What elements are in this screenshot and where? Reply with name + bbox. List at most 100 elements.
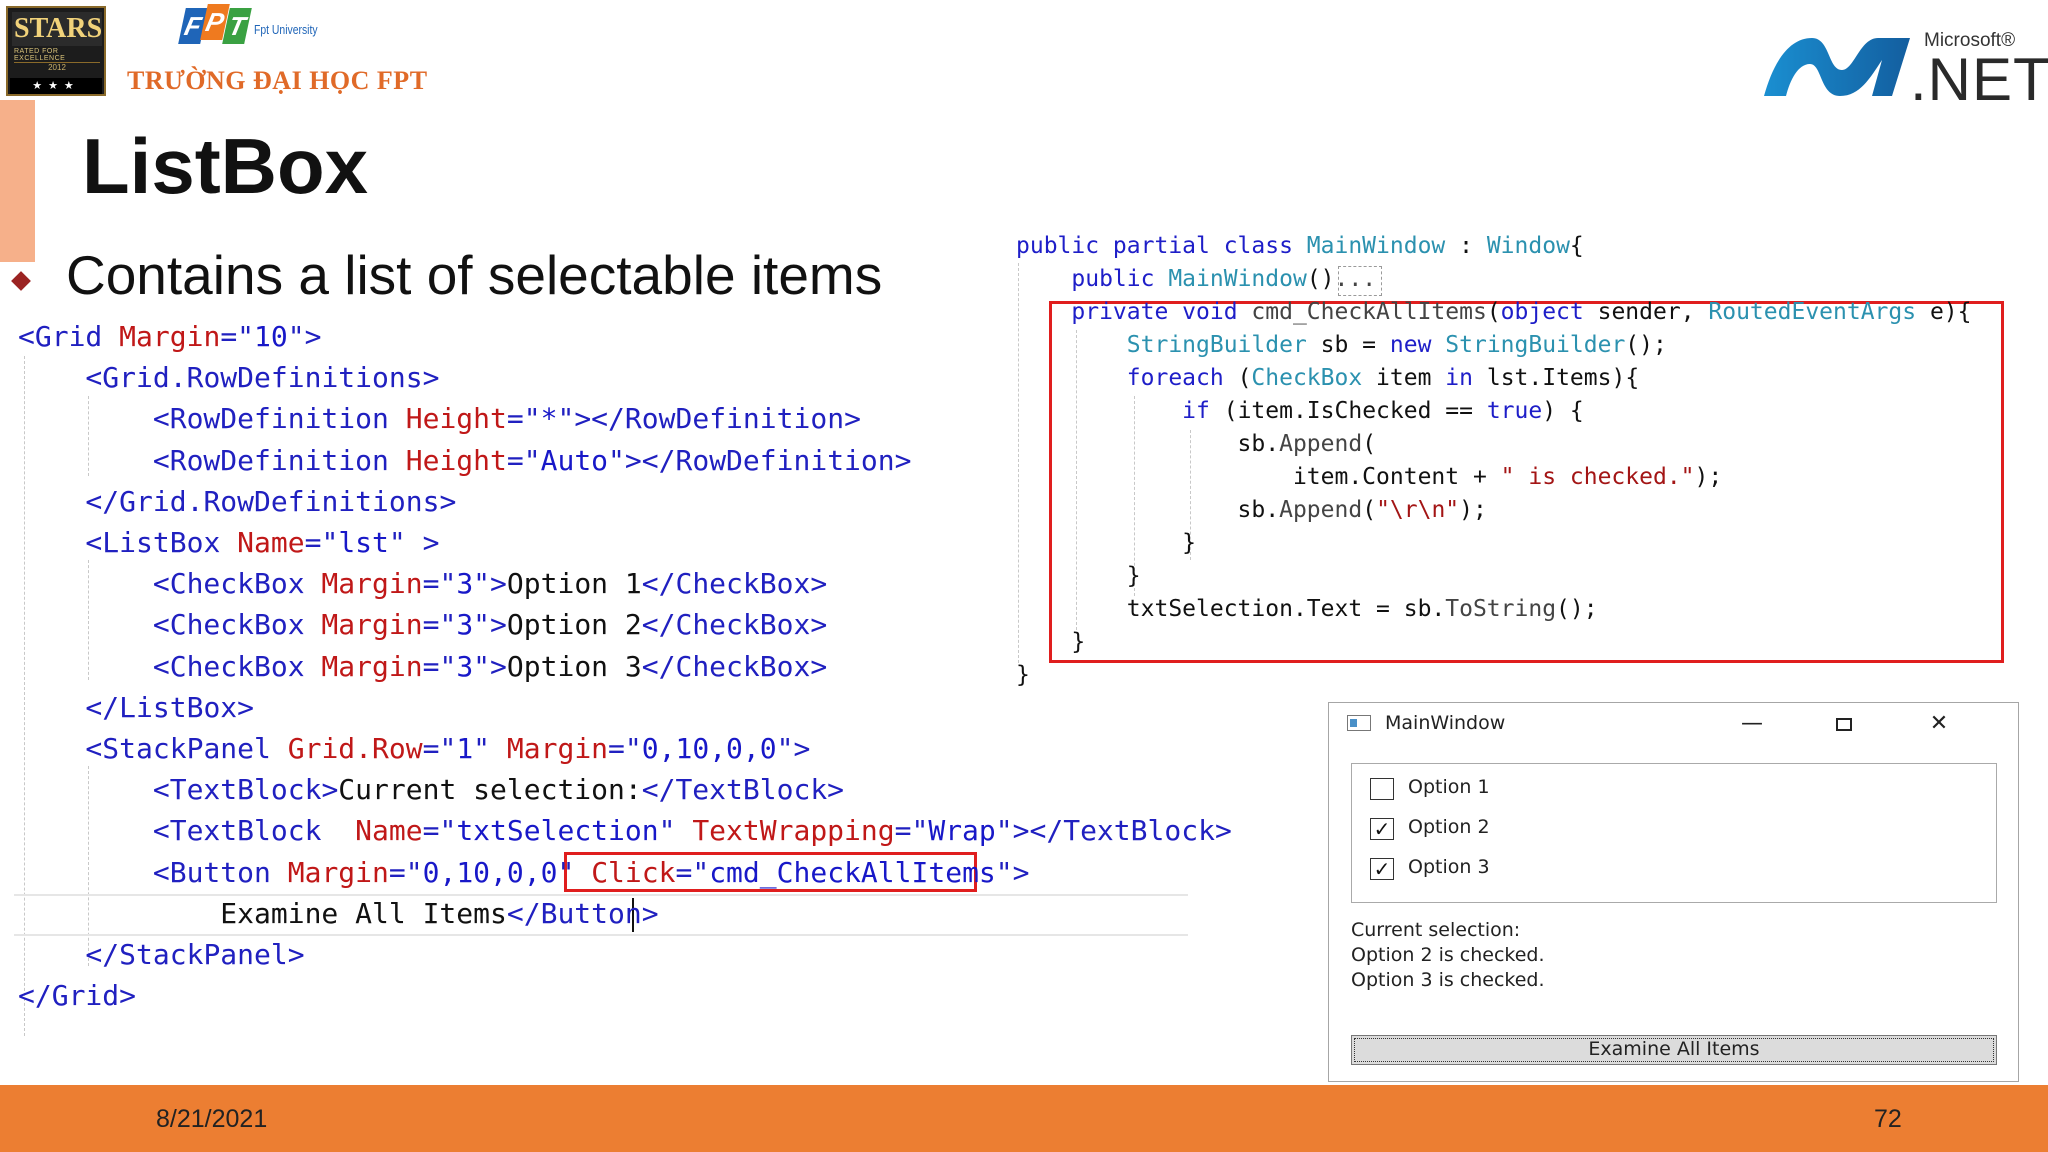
xaml-line: <Grid.RowDefinitions>	[18, 357, 439, 398]
xaml-token: ">	[473, 608, 507, 642]
csharp-token: }	[1016, 662, 1030, 688]
xaml-token: ="	[422, 567, 457, 601]
xaml-token: >	[321, 773, 339, 807]
xaml-token: <	[18, 443, 170, 477]
xaml-token: ="	[675, 855, 710, 889]
csharp-token: lst.Items){	[1473, 365, 1640, 391]
xaml-token: Grid	[34, 320, 103, 353]
xaml-line: </Grid>	[18, 975, 136, 1016]
xaml-token: >	[844, 402, 861, 436]
xaml-token: ="	[422, 814, 457, 848]
xaml-token: >	[894, 443, 912, 477]
csharp-token: e){	[1916, 299, 1972, 325]
xaml-token: CheckBox	[675, 567, 811, 601]
csharp-token: }	[1016, 629, 1086, 655]
xaml-token: Height	[388, 402, 507, 436]
xaml-token: </	[641, 649, 676, 683]
xaml-line: <CheckBox Margin="3">Option 2</CheckBox>	[18, 604, 827, 645]
csharp-token: StringBuilder	[1445, 332, 1626, 358]
xaml-token: Option 1	[506, 567, 642, 601]
option-1-label[interactable]: Option 1	[1408, 776, 1490, 798]
xaml-token: ">	[776, 732, 811, 765]
window-titlebar[interactable]: MainWindow — ✕	[1329, 703, 2018, 743]
xaml-token: Name	[321, 814, 423, 848]
csharp-token: MainWindow	[1168, 266, 1307, 292]
options-listbox[interactable]: Option 1 ✓ Option 2 ✓ Option 3	[1351, 763, 1997, 903]
xaml-token: Name	[220, 526, 305, 559]
csharp-token: (	[1223, 365, 1252, 391]
xaml-token: ListBox	[119, 690, 238, 724]
xaml-token: ">	[473, 649, 507, 683]
maximize-button[interactable]	[1824, 709, 1864, 739]
csharp-token: StringBuilder	[1126, 332, 1307, 358]
csharp-line: sb.Append("\r\n");	[1016, 494, 1487, 527]
xaml-token: >	[641, 896, 659, 930]
xaml-token: Margin	[304, 649, 423, 683]
option-2-label[interactable]: Option 2	[1408, 816, 1490, 838]
xaml-token: 3	[456, 608, 474, 642]
xaml-token: 3	[456, 649, 474, 683]
xaml-token: Margin	[490, 732, 609, 765]
xaml-token: StackPanel	[102, 732, 271, 765]
xaml-token: <	[18, 855, 170, 889]
xaml-line: <CheckBox Margin="3">Option 1</CheckBox>	[18, 563, 827, 604]
xaml-token: ="	[422, 649, 457, 683]
xaml-token: "	[658, 814, 676, 848]
csharp-line: foreach (CheckBox item in lst.Items){	[1016, 362, 1639, 395]
xaml-line: <TextBlock>Current selection:</TextBlock…	[18, 769, 844, 810]
xaml-token: >	[237, 690, 255, 724]
xaml-line: <RowDefinition Height="*"></RowDefinitio…	[18, 398, 861, 439]
fpt-university-text: Fpt University	[254, 22, 318, 37]
xaml-token: ">	[473, 567, 507, 601]
xaml-token: Grid.RowDefinitions	[102, 361, 423, 395]
xaml-token: Current selection:	[338, 773, 642, 807]
bullet-text: Contains a list of selectable items	[66, 244, 883, 306]
xaml-token: "	[995, 855, 1013, 889]
xaml-token: <	[18, 526, 103, 559]
xaml-token: CheckBox	[675, 608, 811, 642]
csharp-token: ToString	[1445, 596, 1557, 622]
option-3-label[interactable]: Option 3	[1408, 856, 1490, 878]
dotnet-wave-icon	[1764, 38, 1910, 96]
option-2-checkbox[interactable]: ✓	[1370, 818, 1394, 840]
examine-all-items-button[interactable]: Examine All Items	[1351, 1035, 1997, 1065]
xaml-token: ="	[304, 526, 339, 559]
csharp-line: }	[1016, 527, 1196, 560]
csharp-token: object	[1500, 299, 1584, 325]
xaml-line: </ListBox>	[18, 687, 254, 728]
maximize-icon	[1836, 717, 1852, 731]
xaml-line: <RowDefinition Height="Auto"></RowDefini…	[18, 440, 912, 481]
csharp-token: private void	[1016, 299, 1252, 325]
xaml-token: </	[18, 938, 120, 971]
csharp-line: }	[1016, 560, 1141, 593]
stars-logo-subtext: RATED FOR EXCELLENCE	[14, 48, 66, 62]
close-button[interactable]: ✕	[1919, 709, 1959, 739]
xaml-token: Wrap	[928, 814, 996, 848]
csharp-token: "\r\n"	[1376, 497, 1460, 523]
option-1-checkbox[interactable]	[1370, 778, 1394, 800]
xaml-token: ="	[608, 732, 642, 765]
xaml-line: <StackPanel Grid.Row="1" Margin="0,10,0,…	[18, 728, 810, 769]
fpt-logo: F P T Fpt University	[178, 4, 320, 54]
xaml-token: <	[18, 361, 103, 395]
xaml-token: <	[18, 649, 170, 683]
xaml-token: <	[18, 402, 170, 436]
xaml-token: </	[506, 896, 541, 930]
csharp-token: public partial class	[1016, 233, 1307, 259]
csharp-token: true	[1486, 398, 1543, 424]
csharp-token: foreach	[1126, 365, 1224, 391]
minimize-button[interactable]: —	[1732, 709, 1772, 739]
xaml-token: >	[810, 608, 828, 642]
xaml-token: ="	[220, 320, 255, 353]
xaml-token: <	[18, 320, 35, 353]
selection-line-2: Option 3 is checked.	[1351, 969, 1545, 991]
csharp-line: public partial class MainWindow : Window…	[1016, 230, 1584, 263]
xaml-token: >	[287, 938, 305, 971]
xaml-token: Button	[540, 896, 642, 930]
option-3-checkbox[interactable]: ✓	[1370, 858, 1394, 880]
xaml-token: <	[18, 773, 170, 807]
csharp-token: sb =	[1306, 332, 1390, 358]
csharp-token: txtSelection.Text = sb.	[1016, 596, 1446, 622]
xaml-token: Margin	[304, 608, 423, 642]
xaml-token: CheckBox	[169, 649, 305, 683]
